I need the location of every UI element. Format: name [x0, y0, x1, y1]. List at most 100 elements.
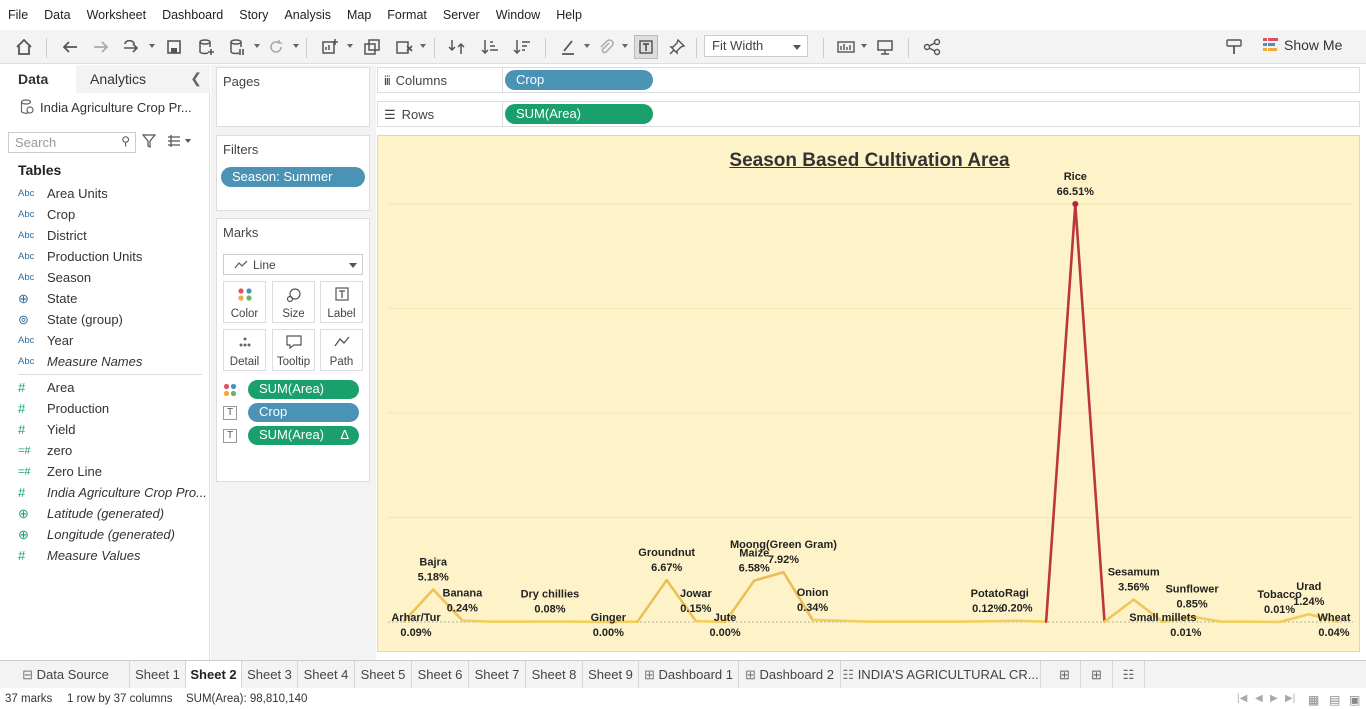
field-longitude-generated[interactable]: ⊕ Longitude (generated) [18, 524, 208, 545]
field-area-units[interactable]: Abc Area Units [18, 183, 208, 204]
tab-analytics[interactable]: Analytics ❮ [76, 65, 210, 93]
menu-item-worksheet[interactable]: Worksheet [87, 8, 147, 22]
new-dashboard-icon[interactable]: ⊞ [1081, 661, 1113, 689]
menu-item-file[interactable]: File [8, 8, 28, 22]
pin-icon[interactable] [665, 35, 689, 59]
line-segment[interactable] [1015, 619, 1048, 623]
columns-pill-crop[interactable]: Crop [505, 70, 653, 90]
field-year[interactable]: Abc Year [18, 330, 208, 351]
line-segment[interactable] [461, 619, 493, 623]
field-state[interactable]: ⊕ State [18, 288, 208, 309]
label-button[interactable]: Label [320, 281, 363, 323]
sheet-tab-sheet-5[interactable]: Sheet 5 [355, 661, 412, 689]
mark-type-select[interactable]: Line [223, 254, 363, 275]
nav-next-icon[interactable]: ▶ [1270, 693, 1278, 704]
search-input[interactable]: Search ⚲ [8, 132, 136, 153]
tooltip-button[interactable]: Tooltip [272, 329, 315, 371]
sheet-tab-sheet-4[interactable]: Sheet 4 [298, 661, 355, 689]
filmstrip-icon[interactable]: ▤ [1329, 693, 1340, 707]
nav-last-icon[interactable]: ▶| [1285, 693, 1295, 704]
field-state-group[interactable]: ⊚ State (group) [18, 309, 208, 330]
sheet-tab-sheet-6[interactable]: Sheet 6 [412, 661, 469, 689]
line-segment[interactable] [840, 619, 873, 623]
home-icon[interactable] [12, 35, 36, 59]
columns-shelf[interactable]: iii Columns Crop [377, 67, 1360, 93]
tabs-view-icon[interactable]: ▣ [1349, 693, 1360, 707]
field-india-agriculture-crop-pro[interactable]: # India Agriculture Crop Pro... [18, 482, 208, 503]
menu-item-map[interactable]: Map [347, 8, 371, 22]
show-labels-icon[interactable] [634, 35, 658, 59]
sort-ascending-icon[interactable] [478, 35, 502, 59]
save-icon[interactable] [162, 35, 186, 59]
new-worksheet-icon[interactable]: ⊞ [1049, 661, 1081, 689]
filter-icon[interactable] [141, 134, 157, 151]
mark-pill-sum-area[interactable]: SUM(Area) [248, 380, 359, 399]
pause-datasource-icon[interactable] [225, 35, 249, 59]
field-area[interactable]: # Area [18, 377, 208, 398]
path-button[interactable]: Path [320, 329, 363, 371]
sheet-tab-sheet-1[interactable]: Sheet 1 [130, 661, 186, 689]
rows-shelf[interactable]: ☰ Rows SUM(Area) [377, 101, 1360, 127]
menu-item-data[interactable]: Data [44, 8, 70, 22]
redo-icon[interactable] [89, 35, 113, 59]
sheet-tab-sheet-7[interactable]: Sheet 7 [469, 661, 526, 689]
sheet-tab-sheet-9[interactable]: Sheet 9 [583, 661, 639, 689]
rows-pill-sum-area[interactable]: SUM(Area) [505, 104, 653, 124]
color-button[interactable]: Color [223, 281, 266, 323]
collapse-icon[interactable]: ❮ [190, 70, 202, 87]
filter-pill-season[interactable]: Season: Summer [221, 167, 365, 187]
menu-item-analysis[interactable]: Analysis [284, 8, 331, 22]
attach-icon[interactable] [594, 35, 618, 59]
show-me-button[interactable]: Show Me [1262, 37, 1342, 53]
present-mode-icon[interactable] [873, 35, 897, 59]
pages-card[interactable]: Pages [216, 67, 370, 127]
duplicate-icon[interactable] [360, 35, 384, 59]
highlight-icon[interactable] [556, 35, 580, 59]
sheet-tab-data-source[interactable]: ⊟ Data Source [2, 661, 130, 689]
field-measure-names[interactable]: Abc Measure Names [18, 351, 208, 372]
data-point[interactable] [1072, 201, 1079, 207]
sheet-tab-sheet-2[interactable]: Sheet 2 [186, 661, 242, 689]
sheet-tab-dashboard-1[interactable]: ⊞ Dashboard 1 [639, 661, 739, 689]
line-segment[interactable] [811, 618, 844, 623]
menu-item-help[interactable]: Help [556, 8, 582, 22]
menu-item-story[interactable]: Story [239, 8, 268, 22]
nav-prev-icon[interactable]: ◀ [1255, 693, 1263, 704]
field-latitude-generated[interactable]: ⊕ Latitude (generated) [18, 503, 208, 524]
swap-icon[interactable] [445, 35, 469, 59]
chart-view[interactable]: Season Based Cultivation Area Arhar/Tur 0… [377, 135, 1360, 652]
size-button[interactable]: Size [272, 281, 315, 323]
undo-icon[interactable] [58, 35, 82, 59]
datasource-item[interactable]: India Agriculture Crop Pr... [20, 99, 192, 115]
clear-sheet-icon[interactable] [392, 35, 416, 59]
field-season[interactable]: Abc Season [18, 267, 208, 288]
sheet-tab-sheet-8[interactable]: Sheet 8 [526, 661, 583, 689]
refresh-icon[interactable] [264, 35, 288, 59]
field-production-units[interactable]: Abc Production Units [18, 246, 208, 267]
nav-first-icon[interactable]: |◀ [1237, 693, 1247, 704]
field-production[interactable]: # Production [18, 398, 208, 419]
sheet-tab-india-s-agricultural-cr[interactable]: ☷ INDIA'S AGRICULTURAL CR... [841, 661, 1041, 689]
menu-item-window[interactable]: Window [496, 8, 540, 22]
line-chart[interactable]: Arhar/Tur 0.09% Bajra 5.18% Banana 0.24% Dry c… [378, 136, 1361, 653]
detail-button[interactable]: Detail [223, 329, 266, 371]
field-zero[interactable]: =# zero [18, 440, 208, 461]
menu-item-format[interactable]: Format [387, 8, 427, 22]
line-segment[interactable] [986, 619, 1019, 623]
field-crop[interactable]: Abc Crop [18, 204, 208, 225]
menu-item-server[interactable]: Server [443, 8, 480, 22]
share-icon[interactable] [920, 35, 944, 59]
data-guide-icon[interactable] [1222, 35, 1246, 59]
replay-icon[interactable] [119, 35, 143, 59]
new-datasource-icon[interactable] [194, 35, 218, 59]
fit-width-select[interactable]: Fit Width [704, 35, 808, 57]
line-segment[interactable] [636, 578, 668, 623]
mark-pill-crop[interactable]: Crop [248, 403, 359, 422]
grid-view-icon[interactable]: ▦ [1308, 693, 1319, 707]
mark-field-label-2[interactable]: T SUM(Area) Δ [223, 426, 363, 446]
field-yield[interactable]: # Yield [18, 419, 208, 440]
field-zero-line[interactable]: =# Zero Line [18, 461, 208, 482]
mark-pill-sum-area-delta[interactable]: SUM(Area) Δ [248, 426, 359, 445]
sheet-tab-dashboard-2[interactable]: ⊞ Dashboard 2 [739, 661, 841, 689]
tab-data[interactable]: Data [0, 65, 76, 93]
